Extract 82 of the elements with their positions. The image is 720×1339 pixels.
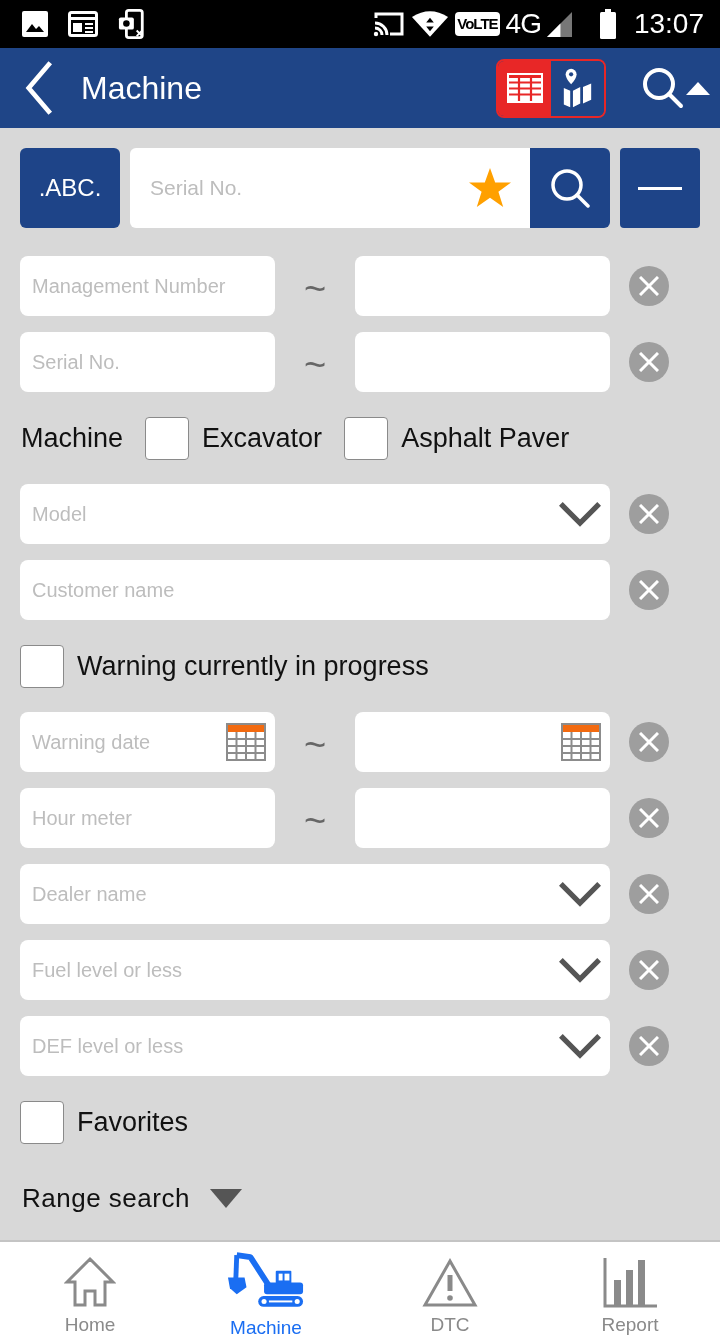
nav-tab[interactable]: Home bbox=[0, 1242, 180, 1339]
warning-icon bbox=[422, 1258, 478, 1308]
calendar-icon bbox=[561, 723, 601, 761]
checkbox-label: Warning currently in progress bbox=[77, 650, 429, 682]
dropdown[interactable]: Fuel level or less bbox=[20, 940, 610, 1000]
nav-tab[interactable]: Report bbox=[540, 1242, 720, 1339]
clear-button[interactable] bbox=[629, 494, 669, 534]
checkbox-label: Excavator bbox=[202, 422, 323, 454]
table-icon bbox=[506, 73, 543, 103]
range-separator: ~ bbox=[302, 723, 328, 765]
range-separator: ~ bbox=[302, 267, 328, 309]
search-icon bbox=[550, 168, 590, 208]
screen-title: Machine bbox=[81, 69, 203, 107]
home-icon bbox=[64, 1256, 116, 1308]
search-field[interactable]: Serial No. bbox=[130, 148, 530, 228]
battery-icon bbox=[599, 9, 616, 39]
star-icon bbox=[468, 167, 512, 209]
close-icon bbox=[639, 276, 659, 296]
wifi-icon bbox=[411, 10, 450, 38]
table-view-button[interactable] bbox=[498, 60, 551, 116]
chevron-down-icon bbox=[558, 880, 602, 908]
checkbox[interactable] bbox=[20, 644, 64, 688]
clear-button[interactable] bbox=[629, 798, 669, 838]
chevron-down-icon bbox=[558, 500, 602, 528]
collapse-button[interactable] bbox=[620, 148, 700, 228]
range-separator: ~ bbox=[302, 343, 328, 385]
clock: 13:07 bbox=[633, 9, 704, 39]
close-icon bbox=[639, 352, 659, 372]
dropdown[interactable]: Model bbox=[20, 484, 610, 544]
clear-button[interactable] bbox=[629, 266, 669, 306]
clear-button[interactable] bbox=[629, 722, 669, 762]
close-icon bbox=[639, 732, 659, 752]
clear-button[interactable] bbox=[629, 874, 669, 914]
nav-tab[interactable]: Machine bbox=[180, 1242, 360, 1339]
close-icon bbox=[639, 808, 659, 828]
field-label: Machine bbox=[21, 422, 124, 454]
chevron-down-icon bbox=[558, 956, 602, 984]
nav-tab[interactable]: DTC bbox=[360, 1242, 540, 1339]
text-field[interactable] bbox=[355, 788, 610, 848]
checkbox[interactable] bbox=[20, 1100, 64, 1144]
clear-button[interactable] bbox=[629, 950, 669, 990]
input-mode-button[interactable]: .ABC. bbox=[20, 148, 120, 228]
search-icon bbox=[642, 67, 684, 109]
minus-icon bbox=[638, 186, 682, 190]
dropdown[interactable]: Dealer name bbox=[20, 864, 610, 924]
map-icon bbox=[562, 67, 593, 109]
date-field[interactable]: Warning date bbox=[20, 712, 275, 772]
back-chevron-icon bbox=[24, 59, 54, 117]
cast-icon bbox=[373, 11, 406, 37]
chevron-down-icon bbox=[558, 1032, 602, 1060]
checkbox[interactable] bbox=[344, 416, 389, 460]
volte-badge: VoLTE bbox=[455, 12, 500, 36]
close-icon bbox=[639, 884, 659, 904]
screenshot-icon bbox=[118, 9, 146, 39]
checkbox[interactable] bbox=[145, 416, 190, 460]
checkbox-label: Favorites bbox=[77, 1106, 189, 1138]
checkbox-label: Asphalt Paver bbox=[401, 422, 570, 454]
excavator-icon bbox=[227, 1251, 305, 1308]
close-icon bbox=[639, 580, 659, 600]
text-field[interactable]: Hour meter bbox=[20, 788, 275, 848]
signal-icon bbox=[546, 11, 572, 37]
text-field[interactable] bbox=[355, 332, 610, 392]
clear-button[interactable] bbox=[629, 570, 669, 610]
range-search-toggle[interactable]: Range search bbox=[22, 1182, 190, 1214]
clear-button[interactable] bbox=[629, 342, 669, 382]
text-field[interactable]: Management Number bbox=[20, 256, 275, 316]
newspaper-icon bbox=[68, 11, 98, 37]
range-separator: ~ bbox=[302, 799, 328, 841]
network-type: 4G bbox=[505, 9, 541, 39]
search-button[interactable] bbox=[530, 148, 610, 228]
close-icon bbox=[639, 504, 659, 524]
image-icon bbox=[22, 11, 48, 37]
dropdown[interactable]: DEF level or less bbox=[20, 1016, 610, 1076]
bar-chart-icon bbox=[603, 1258, 657, 1308]
text-field[interactable] bbox=[355, 256, 610, 316]
clear-button[interactable] bbox=[629, 1026, 669, 1066]
calendar-icon bbox=[226, 723, 266, 761]
close-icon bbox=[639, 960, 659, 980]
close-icon bbox=[639, 1036, 659, 1056]
date-field[interactable] bbox=[355, 712, 610, 772]
text-field[interactable]: Customer name bbox=[20, 560, 610, 620]
text-field[interactable]: Serial No. bbox=[20, 332, 275, 392]
